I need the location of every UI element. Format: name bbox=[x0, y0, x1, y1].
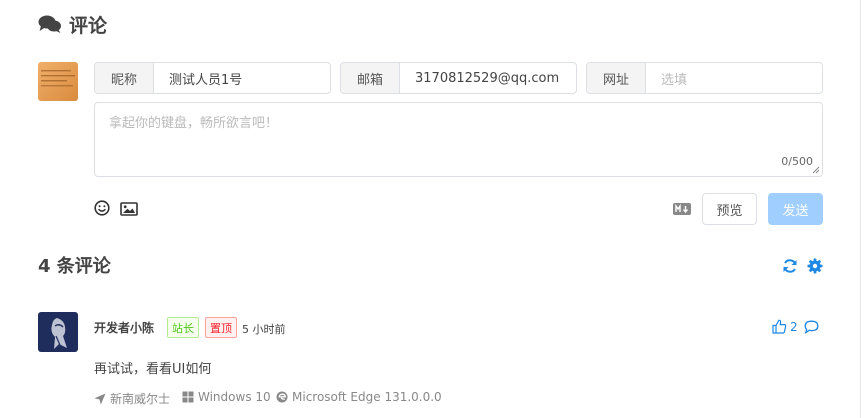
scrollbar-edge bbox=[860, 0, 861, 418]
avatar bbox=[38, 62, 78, 101]
comment-textarea[interactable]: 拿起你的键盘，畅所欲言吧！ 0/500 bbox=[94, 102, 823, 177]
owner-badge: 站长 bbox=[167, 317, 199, 338]
comment-time: 5 小时前 bbox=[242, 323, 286, 336]
nick-label: 昵称 bbox=[95, 63, 154, 93]
browser-text: Microsoft Edge 131.0.0.0 bbox=[292, 390, 442, 404]
location-arrow-icon bbox=[94, 393, 106, 404]
pinned-badge: 置顶 bbox=[205, 317, 237, 338]
textarea-placeholder: 拿起你的键盘，畅所欲言吧！ bbox=[109, 116, 279, 131]
like-count: 2 bbox=[790, 319, 798, 334]
email-field[interactable]: 邮箱 3170812529@qq.com bbox=[340, 62, 577, 94]
image-icon[interactable] bbox=[120, 202, 138, 216]
resize-handle-icon[interactable] bbox=[812, 166, 820, 174]
commenter-nick[interactable]: 开发者小陈 bbox=[94, 319, 154, 336]
website-label: 网址 bbox=[587, 63, 646, 93]
edge-browser-icon bbox=[276, 391, 288, 403]
website-field[interactable]: 网址 选填 bbox=[586, 62, 823, 94]
gear-icon[interactable] bbox=[807, 258, 823, 274]
commenter-avatar bbox=[38, 312, 78, 352]
windows-icon bbox=[182, 391, 194, 403]
email-label: 邮箱 bbox=[341, 63, 400, 93]
thumbs-up-icon bbox=[772, 319, 787, 334]
comment-location: 新南威尔士 bbox=[94, 390, 170, 407]
website-input[interactable]: 选填 bbox=[646, 63, 822, 93]
emoji-icon[interactable] bbox=[94, 200, 110, 216]
like-button[interactable]: 2 bbox=[772, 319, 798, 334]
comment-os: Windows 10 bbox=[182, 390, 271, 404]
page-title: 评论 bbox=[69, 14, 108, 37]
refresh-icon[interactable] bbox=[782, 258, 798, 274]
preview-button[interactable]: 预览 bbox=[702, 193, 757, 225]
nick-input[interactable]: 测试人员1号 bbox=[154, 63, 330, 93]
word-counter: 0/500 bbox=[781, 155, 813, 168]
comments-icon bbox=[38, 15, 61, 33]
comments-section-title: 评论 bbox=[38, 11, 107, 37]
reply-icon[interactable] bbox=[804, 320, 819, 334]
email-input[interactable]: 3170812529@qq.com bbox=[400, 63, 576, 93]
send-button[interactable]: 发送 bbox=[768, 193, 823, 225]
nick-field[interactable]: 昵称 测试人员1号 bbox=[94, 62, 331, 94]
comment-count-title: 4 条评论 bbox=[38, 256, 111, 277]
markdown-icon[interactable] bbox=[673, 203, 691, 215]
comment-content: 再试试，看看UI如何 bbox=[94, 362, 212, 377]
os-text: Windows 10 bbox=[198, 390, 271, 404]
location-text: 新南威尔士 bbox=[110, 392, 171, 406]
comment-browser: Microsoft Edge 131.0.0.0 bbox=[276, 390, 442, 404]
